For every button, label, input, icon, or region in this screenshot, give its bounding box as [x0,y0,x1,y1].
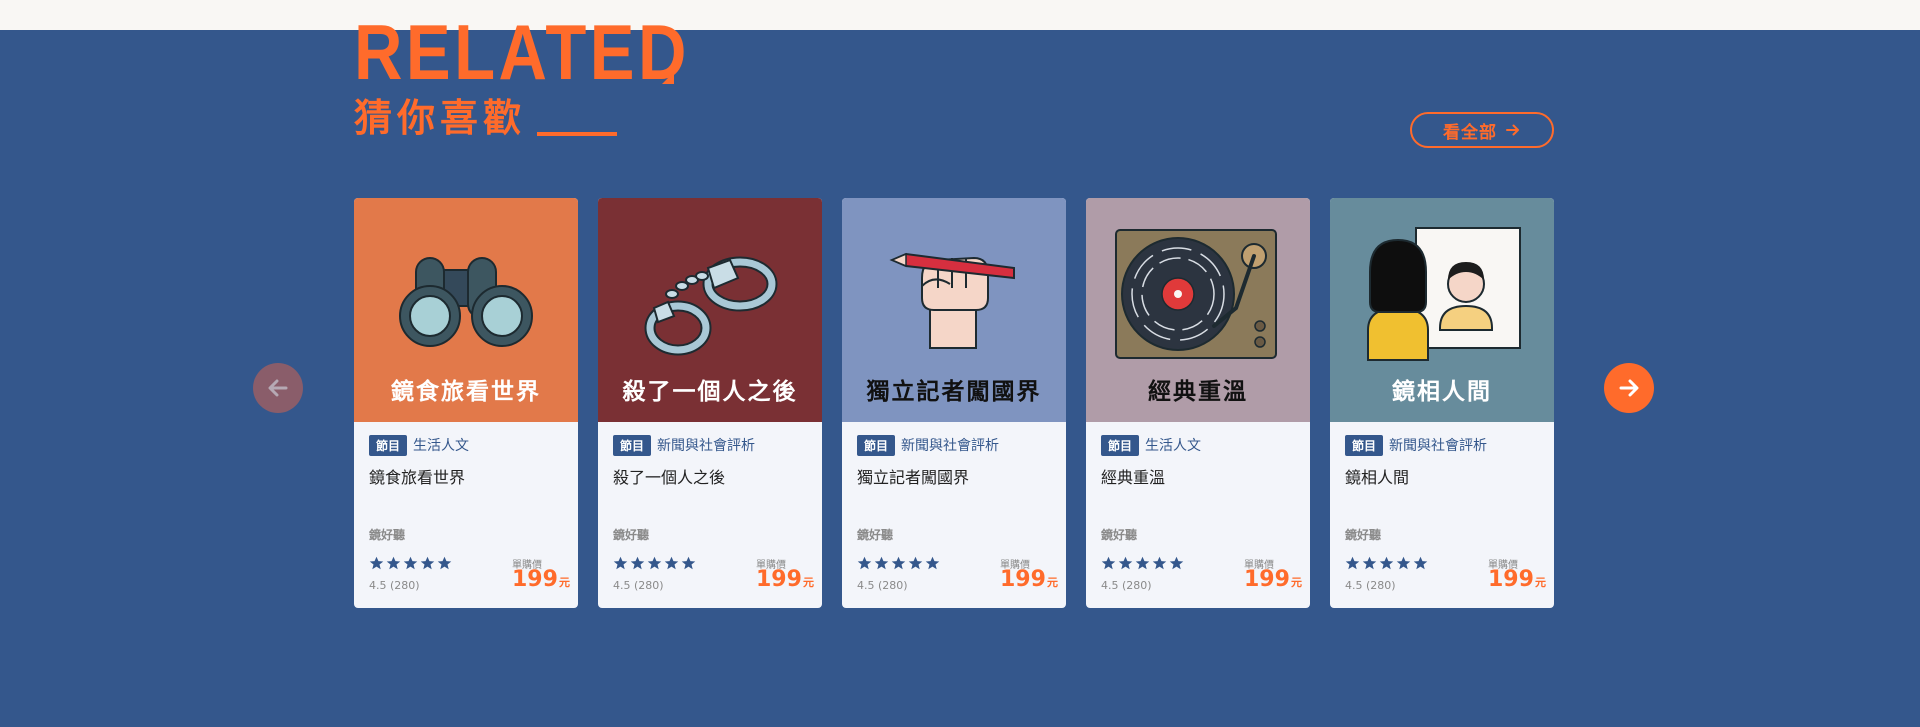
star-icon [1101,556,1116,570]
star-icon [613,556,628,570]
star-icon [437,556,452,570]
star-icon [857,556,872,570]
product-card[interactable]: 殺了一個人之後 節目 新聞與社會評析 殺了一個人之後 鏡好聽 4.5 (280)… [598,198,822,608]
price-unit: 元 [1046,576,1058,589]
price-unit: 元 [802,576,814,589]
vendor-label: 鏡好聽 [857,528,894,542]
star-icon [1396,556,1411,570]
rating-count: 4.5 (280) [1345,579,1396,592]
price-value: 199 [1488,567,1534,592]
star-icon [908,556,923,570]
rating-count: 4.5 (280) [857,579,908,592]
card-cover: 鏡食旅看世界 [354,198,578,422]
arrow-right-icon [1506,124,1519,136]
cover-title: 鏡相人間 [1392,379,1492,405]
section-title: 猜你喜歡 [354,96,527,140]
product-title[interactable]: 殺了一個人之後 [613,464,808,488]
product-card[interactable]: 鏡食旅看世界 節目 生活人文 鏡食旅看世界 鏡好聽 4.5 (280) 單購價 … [354,198,578,608]
star-icon [681,556,696,570]
category-link[interactable]: 生活人文 [1145,435,1201,455]
arrow-right-icon [1619,379,1639,397]
price-value: 199 [512,567,558,592]
star-icon [420,556,435,570]
cover-title: 殺了一個人之後 [622,379,798,405]
price-unit: 元 [558,576,570,589]
rating-count: 4.5 (280) [613,579,664,592]
star-icon [1135,556,1150,570]
card-cover: 獨立記者闖國界 [842,198,1066,422]
product-title[interactable]: 鏡相人間 [1345,464,1540,488]
card-cover: 鏡相人間 [1330,198,1554,422]
price-unit: 元 [1290,576,1302,589]
title-underline [537,132,617,136]
star-icon [1413,556,1428,570]
product-title[interactable]: 鏡食旅看世界 [369,464,564,488]
star-icon [925,556,940,570]
product-title[interactable]: 獨立記者闖國界 [857,464,1052,488]
star-icon [664,556,679,570]
star-icon [647,556,662,570]
see-all-label: 看全部 [1443,122,1497,143]
card-cover: 殺了一個人之後 [598,198,822,422]
program-tag: 節目 [1345,434,1384,456]
category-link[interactable]: 新聞與社會評析 [1389,435,1487,455]
vendor-label: 鏡好聽 [369,528,406,542]
price-value: 199 [1000,567,1046,592]
star-icon [369,556,384,570]
category-link[interactable]: 新聞與社會評析 [901,435,999,455]
card-cover: 經典重溫 [1086,198,1310,422]
carousel-prev-button[interactable] [253,363,303,413]
star-icon [386,556,401,570]
category-link[interactable]: 新聞與社會評析 [657,435,755,455]
program-tag: 節目 [613,434,652,456]
star-rating [369,556,452,571]
price: 199元 [756,567,814,596]
product-carousel: 鏡食旅看世界 節目 生活人文 鏡食旅看世界 鏡好聽 4.5 (280) 單購價 … [354,198,1554,608]
rating-count: 4.5 (280) [1101,579,1152,592]
price: 199元 [1488,567,1546,596]
category-link[interactable]: 生活人文 [413,435,469,455]
star-rating [1101,556,1184,571]
star-rating [1345,556,1428,571]
star-icon [1379,556,1394,570]
price: 199元 [1000,567,1058,596]
star-icon [1362,556,1377,570]
cover-title: 經典重溫 [1148,379,1248,405]
product-title[interactable]: 經典重溫 [1101,464,1296,488]
section-eyebrow: RELATED [354,8,690,96]
star-icon [1345,556,1360,570]
vendor-label: 鏡好聽 [1345,528,1382,542]
star-icon [874,556,889,570]
arrow-left-icon [268,379,288,397]
star-icon [403,556,418,570]
vendor-label: 鏡好聽 [613,528,650,542]
price-value: 199 [756,567,802,592]
star-icon [891,556,906,570]
star-icon [1152,556,1167,570]
price-value: 199 [1244,567,1290,592]
carousel-next-button[interactable] [1604,363,1654,413]
eyebrow-decoration [662,72,674,84]
product-card[interactable]: 經典重溫 節目 生活人文 經典重溫 鏡好聽 4.5 (280) 單購價 199元 [1086,198,1310,608]
program-tag: 節目 [857,434,896,456]
star-icon [1118,556,1133,570]
program-tag: 節目 [369,434,408,456]
price: 199元 [1244,567,1302,596]
see-all-button[interactable]: 看全部 [1410,112,1554,148]
price-unit: 元 [1534,576,1546,589]
star-rating [613,556,696,571]
vendor-label: 鏡好聽 [1101,528,1138,542]
star-icon [630,556,645,570]
price: 199元 [512,567,570,596]
cover-title: 獨立記者闖國界 [866,379,1042,405]
star-rating [857,556,940,571]
program-tag: 節目 [1101,434,1140,456]
cover-title: 鏡食旅看世界 [391,379,541,405]
product-card[interactable]: 鏡相人間 節目 新聞與社會評析 鏡相人間 鏡好聽 4.5 (280) 單購價 1… [1330,198,1554,608]
rating-count: 4.5 (280) [369,579,420,592]
top-bar [0,0,1920,30]
star-icon [1169,556,1184,570]
product-card[interactable]: 獨立記者闖國界 節目 新聞與社會評析 獨立記者闖國界 鏡好聽 4.5 (280)… [842,198,1066,608]
